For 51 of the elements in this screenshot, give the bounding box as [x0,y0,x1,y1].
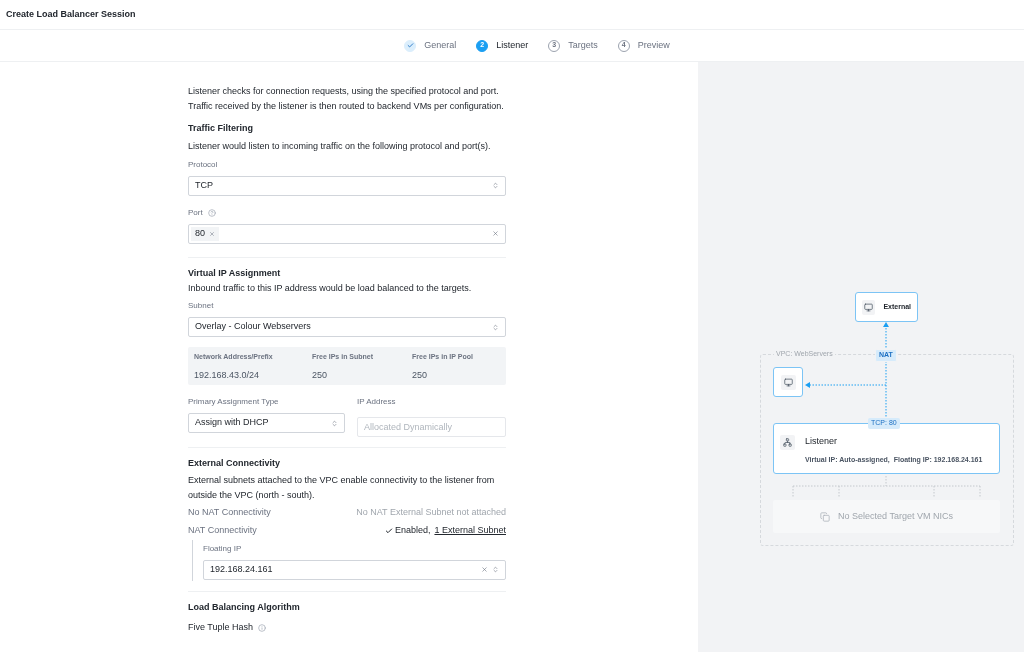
subnet-select[interactable]: Overlay - Colour Webservers [188,317,506,337]
port-tag[interactable]: 80 [191,226,219,241]
port-field[interactable]: 80 [188,223,506,244]
protocol-select[interactable]: TCP [188,175,506,196]
listener-title: Listener [805,435,839,448]
connectivity-label: No NAT Connectivity [188,505,271,519]
caret-icon [331,419,338,427]
vm-node[interactable] [773,367,803,397]
check-icon [384,526,393,535]
field-label: IP Address [357,396,397,408]
field-label: Floating IP [203,542,243,555]
field-label: Subnet [188,300,215,312]
copy-icon [820,511,831,522]
floating-ip-select[interactable]: 192.168.24.161 [203,559,506,580]
clear-icon[interactable] [481,566,488,573]
field-label: Port [188,206,203,219]
caret-icon [492,566,499,573]
section-heading: External Connectivity [188,457,282,470]
algorithm-value: Five Tuple Hash [188,621,254,634]
external-subnet-link[interactable]: 1 External Subnet [434,523,506,538]
section-description: Listener would listen to incoming traffic on the following protocol and port(s). [188,139,492,153]
network-icon [783,438,792,447]
ip-address-field[interactable]: Allocated Dynamically [357,417,506,437]
info-value: 192.168.43.0/24 [194,368,261,382]
connectivity-status: Enabled, [394,523,431,537]
section-description: External subnets attached to the VPC enable connectivity to the listener from outside the VPC (north - south). [188,473,496,502]
info-value: 250 [312,368,329,382]
empty-targets-message: No Selected Target VM NICs [838,509,953,523]
monitor-icon [783,377,793,387]
intro-text: Traffic received by the listener is then routed to backend VMs per configuration. [188,100,505,113]
info-icon[interactable] [258,623,267,632]
field-label: Protocol [188,158,219,171]
assignment-type-select[interactable]: Assign with DHCP [188,413,345,433]
clear-icon[interactable] [492,230,499,237]
section-heading: Traffic Filtering [188,122,254,135]
remove-icon[interactable] [209,230,215,237]
section-heading: Virtual IP Assignment [188,266,282,280]
help-icon[interactable] [207,208,216,217]
caret-icon [492,182,499,189]
monitor-icon [864,302,874,312]
caret-icon [492,323,499,331]
check-icon [406,42,414,49]
connectivity-label: NAT Connectivity [188,523,257,537]
info-value: 250 [412,368,429,382]
field-label: Primary Assignment Type [188,396,280,408]
section-description: Inbound traffic to this IP address would be load balanced to the targets. [188,282,473,295]
connectivity-status: No NAT External Subnet not attached [356,505,506,519]
intro-text: Listener checks for connection requests, using the specified protocol and port. [188,85,500,98]
wizard-step[interactable]: General [404,38,457,53]
page-title: Create Load Balancer Session [6,7,136,21]
section-heading: Load Balancing Algorithm [188,600,301,614]
